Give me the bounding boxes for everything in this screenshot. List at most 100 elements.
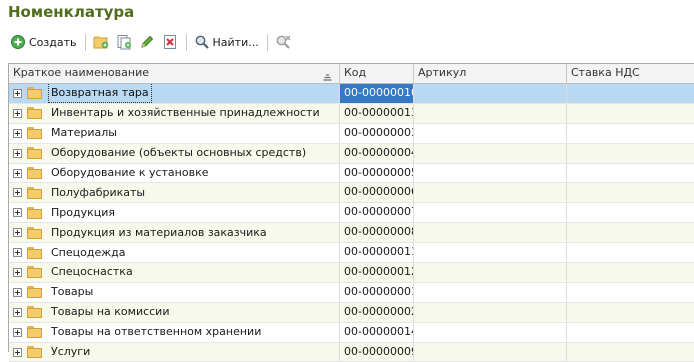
expand-icon[interactable] xyxy=(13,307,22,317)
table-row[interactable]: Услуги 00-00000009 xyxy=(9,342,694,362)
cell-code[interactable]: 00-00000010 xyxy=(340,84,414,103)
cell-vat[interactable] xyxy=(567,283,694,302)
cell-code[interactable]: 00-00000014 xyxy=(340,322,414,342)
cell-name[interactable]: Инвентарь и хозяйственные принадлежности xyxy=(9,103,340,123)
item-name: Товары на ответственном хранении xyxy=(51,325,262,339)
table-row[interactable]: Товары 00-00000001 xyxy=(9,282,694,303)
cell-article[interactable] xyxy=(414,84,567,103)
cell-name[interactable]: Товары xyxy=(9,282,340,302)
expand-icon[interactable] xyxy=(13,108,22,118)
cell-name[interactable]: Оборудование к установке xyxy=(9,163,340,183)
expand-icon[interactable] xyxy=(13,128,22,138)
cell-article[interactable] xyxy=(414,243,567,263)
edit-button[interactable] xyxy=(137,32,157,52)
cell-name[interactable]: Полуфабрикаты xyxy=(9,183,340,203)
cell-vat[interactable] xyxy=(567,303,694,322)
column-header-name[interactable]: Краткое наименование xyxy=(9,64,340,83)
cell-article[interactable] xyxy=(414,322,567,342)
table-row[interactable]: Оборудование к установке 00-00000005 xyxy=(9,163,694,184)
cell-name[interactable]: Материалы xyxy=(9,123,340,143)
cell-vat[interactable] xyxy=(567,124,694,143)
cell-name[interactable]: Возвратная тара xyxy=(9,84,340,103)
cell-vat[interactable] xyxy=(567,104,694,123)
table-row[interactable]: Оборудование (объекты основных средств) 0… xyxy=(9,143,694,164)
create-button[interactable]: Создать xyxy=(8,32,79,52)
cell-code[interactable]: 00-00000009 xyxy=(340,342,414,362)
cell-vat[interactable] xyxy=(567,84,694,103)
cell-code[interactable]: 00-00000004 xyxy=(340,143,414,163)
table-row[interactable]: Спецодежда 00-00000011 xyxy=(9,243,694,264)
cell-code[interactable]: 00-00000012 xyxy=(340,263,414,282)
find-button[interactable]: Найти... xyxy=(192,32,261,52)
table-row[interactable]: Инвентарь и хозяйственные принадлежности… xyxy=(9,103,694,124)
cancel-search-button[interactable] xyxy=(273,32,293,52)
cell-article[interactable] xyxy=(414,282,567,302)
toolbar: Создать Найти... xyxy=(8,31,296,53)
expand-icon[interactable] xyxy=(13,188,22,198)
column-header-code[interactable]: Код xyxy=(340,64,414,83)
expand-icon[interactable] xyxy=(13,248,22,258)
cell-vat[interactable] xyxy=(567,243,694,262)
cell-vat[interactable] xyxy=(567,183,694,202)
cell-code[interactable]: 00-00000003 xyxy=(340,123,414,143)
expand-icon[interactable] xyxy=(13,228,22,238)
cell-name[interactable]: Спецодежда xyxy=(9,243,340,263)
cell-code[interactable]: 00-00000006 xyxy=(340,183,414,203)
cell-name[interactable]: Товары на ответственном хранении xyxy=(9,322,340,342)
cell-article[interactable] xyxy=(414,203,567,223)
expand-icon[interactable] xyxy=(13,208,22,218)
cell-article[interactable] xyxy=(414,143,567,163)
table-row[interactable]: Продукция 00-00000007 xyxy=(9,203,694,224)
cell-code[interactable]: 00-00000008 xyxy=(340,223,414,243)
expand-icon[interactable] xyxy=(13,168,22,178)
table-row[interactable]: Товары на комиссии 00-00000002 xyxy=(9,302,694,323)
expand-icon[interactable] xyxy=(13,148,22,158)
cell-vat[interactable] xyxy=(567,164,694,183)
cell-article[interactable] xyxy=(414,263,567,282)
column-header-article[interactable]: Артикул xyxy=(414,64,567,83)
cell-code[interactable]: 00-00000007 xyxy=(340,203,414,223)
cell-name[interactable]: Продукция xyxy=(9,203,340,223)
cell-vat[interactable] xyxy=(567,343,694,362)
cell-vat[interactable] xyxy=(567,223,694,242)
expand-icon[interactable] xyxy=(13,327,22,337)
table-row[interactable]: Полуфабрикаты 00-00000006 xyxy=(9,183,694,204)
cell-article[interactable] xyxy=(414,103,567,123)
expand-icon[interactable] xyxy=(13,347,22,357)
items-table: Краткое наименование Код Артикул Ставка … xyxy=(8,63,694,362)
cell-article[interactable] xyxy=(414,163,567,183)
cell-code[interactable]: 00-00000005 xyxy=(340,163,414,183)
cell-vat[interactable] xyxy=(567,323,694,342)
cell-code[interactable]: 00-00000011 xyxy=(340,243,414,263)
cell-article[interactable] xyxy=(414,223,567,243)
copy-button[interactable] xyxy=(114,32,134,52)
cell-name[interactable]: Оборудование (объекты основных средств) xyxy=(9,143,340,163)
toolbar-separator xyxy=(185,33,187,51)
cell-name[interactable]: Товары на комиссии xyxy=(9,302,340,322)
expand-icon[interactable] xyxy=(13,88,22,98)
cell-name[interactable]: Услуги xyxy=(9,342,340,362)
table-row[interactable]: Товары на ответственном хранении 00-00000… xyxy=(9,322,694,343)
cell-name[interactable]: Спецоснастка xyxy=(9,263,340,282)
column-header-vat[interactable]: Ставка НДС xyxy=(567,64,694,83)
table-row[interactable]: Спецоснастка 00-00000012 xyxy=(9,263,694,283)
cell-article[interactable] xyxy=(414,342,567,362)
cell-code[interactable]: 00-00000001 xyxy=(340,282,414,302)
expand-icon[interactable] xyxy=(13,267,22,277)
create-group-button[interactable] xyxy=(91,32,111,52)
cell-vat[interactable] xyxy=(567,203,694,222)
cell-code[interactable]: 00-00000013 xyxy=(340,103,414,123)
cell-article[interactable] xyxy=(414,302,567,322)
cell-code[interactable]: 00-00000002 xyxy=(340,302,414,322)
cell-name[interactable]: Продукция из материалов заказчика xyxy=(9,223,340,243)
cell-vat[interactable] xyxy=(567,144,694,163)
cell-article[interactable] xyxy=(414,123,567,143)
item-name: Товары на комиссии xyxy=(51,305,170,319)
delete-button[interactable] xyxy=(160,32,180,52)
cell-vat[interactable] xyxy=(567,263,694,282)
table-row[interactable]: Материалы 00-00000003 xyxy=(9,123,694,144)
table-row[interactable]: Возвратная тара 00-00000010 xyxy=(9,84,694,104)
table-row[interactable]: Продукция из материалов заказчика 00-0000… xyxy=(9,223,694,244)
cell-article[interactable] xyxy=(414,183,567,203)
expand-icon[interactable] xyxy=(13,287,22,297)
